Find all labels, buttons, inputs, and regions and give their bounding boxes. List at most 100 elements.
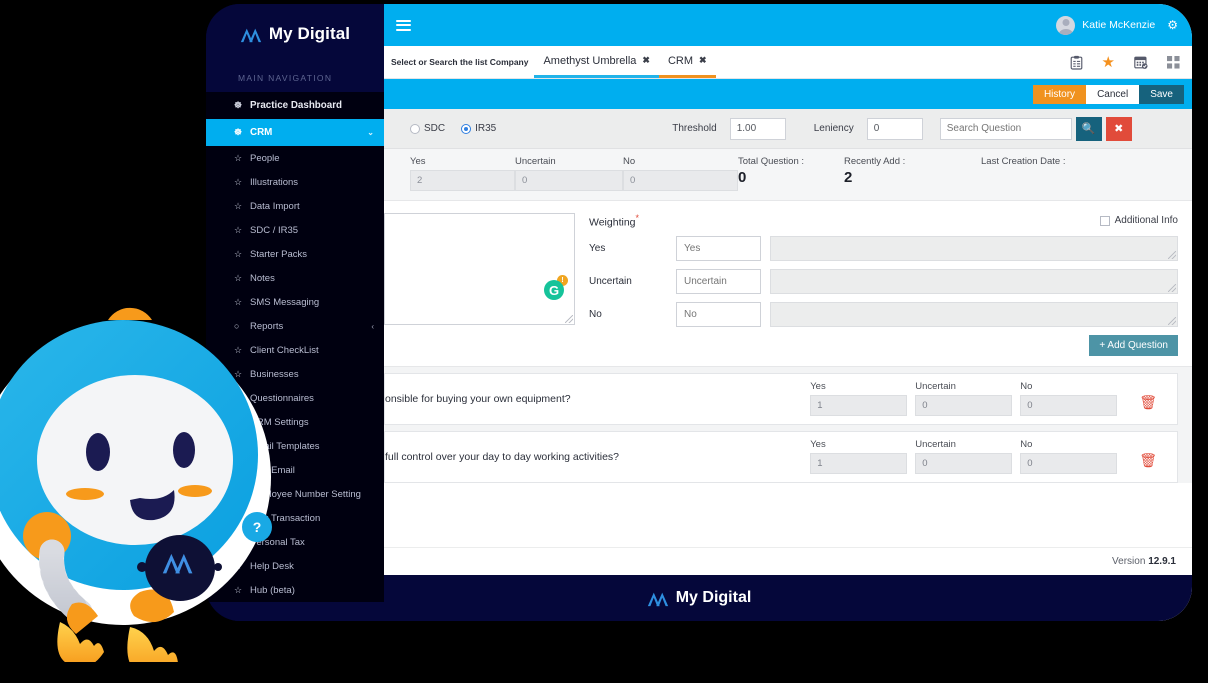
additional-info-checkbox[interactable]: Additional Info [1099, 215, 1178, 226]
threshold-input[interactable] [729, 117, 786, 140]
leniency-input[interactable] [866, 117, 923, 140]
question-no-value[interactable]: 0 [1020, 453, 1118, 474]
weighting-uncertain-label: Uncertain [589, 275, 632, 287]
resize-handle[interactable] [1168, 283, 1176, 292]
stat-total-value: 0 [738, 169, 747, 186]
question-list: onsible for buying your own equipment? Ye… [384, 366, 1192, 483]
filter-bar: SDC IR35 Threshold Leniency 🔍 ✖ [384, 109, 1192, 149]
save-button[interactable]: Save [1139, 84, 1184, 104]
stat-recently-add: Recently Add : 2 [844, 156, 981, 187]
sidebar-item-label: CRM [250, 127, 273, 138]
weighting-uncertain-note[interactable] [770, 268, 1178, 294]
sidebar-heading: MAIN NAVIGATION [206, 64, 384, 92]
star-icon: ☆ [234, 272, 243, 283]
star-icon: ☆ [234, 200, 243, 211]
chevron-down-icon[interactable]: ⌄ [367, 128, 374, 137]
hamburger-icon[interactable] [396, 17, 411, 33]
stat-no-value[interactable]: 0 [623, 170, 738, 191]
leniency-label: Leniency [813, 123, 854, 134]
stat-uncertain-label: Uncertain [515, 156, 556, 167]
question-no-value[interactable]: 0 [1020, 395, 1118, 416]
sidebar-item-people[interactable]: ☆ People [206, 146, 384, 170]
weighting-row-no: No [589, 301, 1178, 327]
trash-icon[interactable]: 🗑 [1139, 452, 1157, 469]
sidebar-item-notes[interactable]: ☆ Notes [206, 266, 384, 290]
brand-logo[interactable]: My Digital [206, 4, 384, 50]
question-row: full control over your day to day workin… [384, 430, 1178, 483]
history-button[interactable]: History [1032, 84, 1087, 104]
star-icon: ☆ [234, 152, 243, 163]
stat-uncertain-value[interactable]: 0 [515, 170, 623, 191]
question-yes-value[interactable]: 1 [810, 395, 908, 416]
top-bar: Katie McKenzie ⚙ [384, 4, 1192, 46]
clear-search-icon[interactable]: ✖ [1105, 116, 1132, 141]
question-uncertain-label: Uncertain [915, 439, 956, 450]
question-no-cell: No 0 [1020, 381, 1118, 416]
tab-label: CRM [667, 54, 693, 67]
sidebar-item-sdc-ir35[interactable]: ☆ SDC / IR35 [206, 218, 384, 242]
weighting-yes-input[interactable] [676, 235, 761, 261]
tab-crm[interactable]: CRM ✖ [658, 46, 716, 78]
question-text-input[interactable]: ! G [384, 213, 575, 325]
grammarly-icon[interactable]: G [544, 280, 564, 300]
stat-yes-label: Yes [410, 156, 426, 167]
weighting-yes-note[interactable] [770, 235, 1178, 261]
stat-uncertain: Uncertain 0 [515, 156, 623, 191]
question-yes-value[interactable]: 1 [810, 453, 908, 474]
help-badge-icon[interactable]: ? [242, 512, 272, 542]
clipboard-icon[interactable] [1070, 55, 1083, 70]
weighting-no-input[interactable] [676, 301, 761, 327]
star-icon[interactable]: ★ [1102, 55, 1115, 70]
chevron-down-icon[interactable]: ‹ [371, 322, 374, 331]
action-bar: History Cancel Save [384, 79, 1192, 109]
question-no-label: No [1020, 439, 1033, 450]
my-digital-logo-icon [647, 592, 668, 606]
radio-ir35-indicator[interactable] [461, 123, 472, 134]
stat-yes-value[interactable]: 2 [410, 170, 515, 191]
search-icon[interactable]: 🔍 [1075, 116, 1102, 141]
stat-yes: Yes 2 [410, 156, 515, 191]
radio-ir35[interactable]: IR35 [461, 123, 496, 134]
stat-no: No 0 [623, 156, 738, 191]
stat-recent-value: 2 [844, 169, 853, 186]
weighting-uncertain-input[interactable] [676, 268, 761, 294]
resize-handle[interactable] [565, 315, 573, 323]
cancel-button[interactable]: Cancel [1086, 84, 1140, 104]
star-icon: ☆ [234, 224, 243, 235]
question-uncertain-value[interactable]: 0 [915, 453, 1013, 474]
stat-no-label: No [623, 156, 636, 167]
question-text: onsible for buying your own equipment? [385, 392, 571, 405]
trash-icon[interactable]: 🗑 [1139, 394, 1157, 411]
tab-amethyst-umbrella[interactable]: Amethyst Umbrella ✖ [534, 46, 659, 78]
checkbox-indicator[interactable] [1099, 215, 1110, 226]
question-uncertain-value[interactable]: 0 [915, 395, 1013, 416]
question-row: onsible for buying your own equipment? Ye… [384, 372, 1178, 425]
gear-icon[interactable]: ⚙ [1167, 18, 1178, 32]
close-icon[interactable]: ✖ [699, 55, 707, 66]
question-text: full control over your day to day workin… [385, 450, 620, 463]
sidebar-item-label: Practice Dashboard [250, 100, 343, 111]
sidebar-item-practice-dashboard[interactable]: ☸ Practice Dashboard [206, 92, 384, 119]
question-uncertain-cell: Uncertain 0 [915, 381, 1013, 416]
weighting-no-note[interactable] [770, 301, 1178, 327]
resize-handle[interactable] [1168, 316, 1176, 325]
company-select-hint[interactable]: Select or Search the list Company [389, 46, 534, 78]
user-menu[interactable]: Katie McKenzie [1056, 15, 1155, 35]
grid-icon[interactable] [1167, 55, 1180, 69]
sidebar-item-starter-packs[interactable]: ☆ Starter Packs [206, 242, 384, 266]
radio-sdc[interactable]: SDC [410, 123, 445, 134]
sidebar-item-illustrations[interactable]: ☆ Illustrations [206, 170, 384, 194]
sidebar-item-crm[interactable]: ☸ CRM ⌄ [206, 119, 384, 146]
sidebar-item-label: People [250, 152, 280, 164]
question-no-cell: No 0 [1020, 439, 1118, 474]
calendar-check-icon[interactable] [1134, 55, 1148, 70]
radio-sdc-indicator[interactable] [410, 123, 420, 134]
resize-handle[interactable] [1168, 250, 1176, 259]
weighting-title: Weighting* [589, 213, 640, 229]
add-question-button[interactable]: + Add Question [1089, 334, 1178, 356]
close-icon[interactable]: ✖ [642, 55, 650, 66]
radio-ir35-label: IR35 [475, 123, 497, 134]
question-no-label: No [1020, 381, 1033, 392]
sidebar-item-data-import[interactable]: ☆ Data Import [206, 194, 384, 218]
search-input[interactable] [939, 117, 1072, 140]
